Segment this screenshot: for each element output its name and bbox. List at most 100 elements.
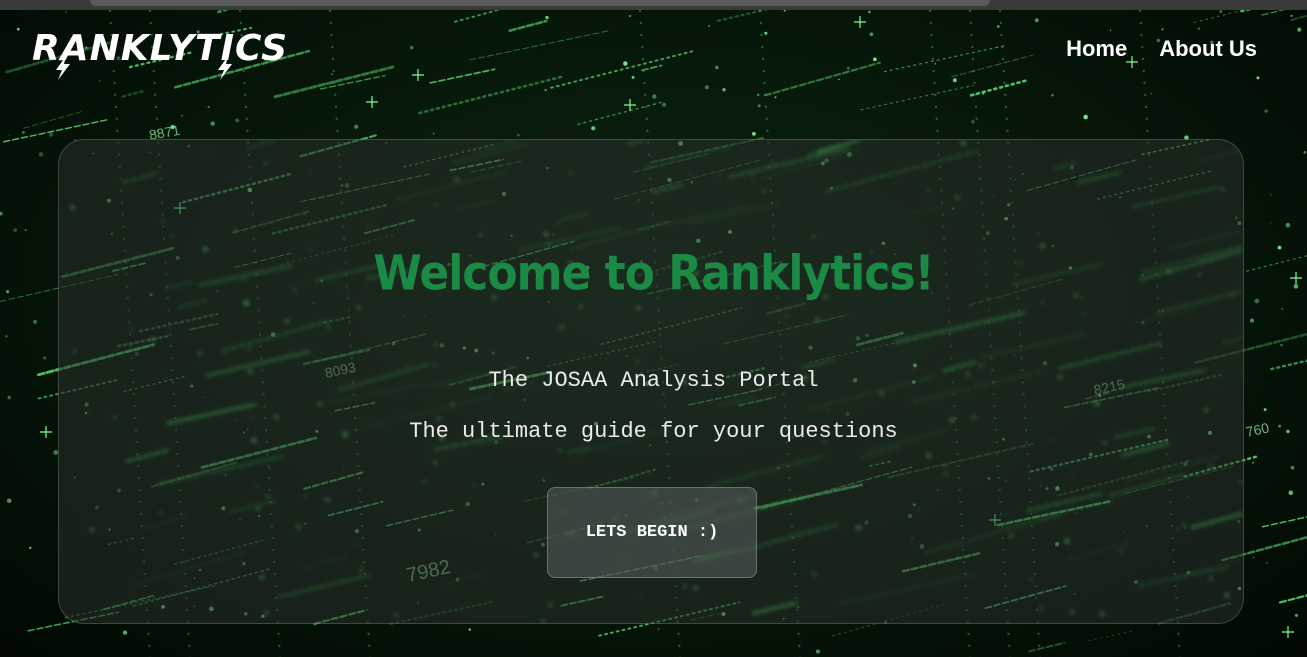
bg-streak — [1197, 149, 1243, 162]
bg-dot — [43, 356, 47, 360]
bg-dot — [934, 63, 936, 65]
bg-dot — [232, 228, 238, 233]
bg-cross — [854, 16, 866, 28]
bg-dot — [693, 586, 698, 590]
bg-dot — [159, 511, 162, 514]
bg-dot — [13, 228, 18, 232]
bg-dot — [1297, 27, 1302, 32]
bg-streak — [1077, 171, 1122, 184]
lets-begin-label: LETS BEGIN :) — [585, 523, 719, 542]
nav-about-us-link[interactable]: About Us — [1159, 36, 1257, 62]
bg-dot — [846, 66, 850, 70]
bg-dot — [21, 130, 25, 134]
bg-streak — [302, 556, 346, 570]
bg-dot — [927, 188, 930, 191]
bg-dot — [394, 612, 399, 618]
bg-dot — [1252, 461, 1254, 464]
bg-dot — [0, 211, 3, 216]
bg-cross — [1282, 626, 1294, 638]
bg-cross — [366, 96, 378, 108]
bg-dot — [906, 444, 909, 447]
bg-dot — [247, 347, 251, 350]
bg-dot — [309, 172, 311, 174]
bg-dot — [943, 471, 949, 477]
bg-streak — [1108, 473, 1185, 498]
bg-streak — [1270, 359, 1307, 371]
bg-streak — [1193, 10, 1245, 23]
bg-dot — [534, 553, 538, 557]
bg-dot — [473, 484, 476, 486]
landing-page: 8871 8215 760 7982 8093 RANKLYTICS Home … — [0, 0, 1307, 657]
nav-home-link[interactable]: Home — [1066, 36, 1127, 62]
bg-dot — [1256, 76, 1260, 80]
lets-begin-button[interactable]: LETS BEGIN :) — [547, 487, 757, 578]
bg-dot — [771, 161, 774, 164]
bg-dot — [433, 342, 438, 346]
bg-dot — [263, 140, 265, 142]
bg-dot — [255, 506, 260, 511]
bg-streak — [764, 61, 881, 97]
bg-dot — [1204, 408, 1208, 412]
bg-dot — [454, 177, 459, 181]
bg-dot — [198, 351, 202, 356]
bg-dot — [560, 326, 564, 330]
bg-dot — [757, 104, 761, 108]
bg-dot — [785, 315, 788, 318]
bg-dot — [1073, 473, 1076, 476]
bg-streak — [577, 101, 663, 126]
bg-dot — [73, 349, 77, 353]
bg-dot — [171, 234, 173, 237]
bg-dot — [1125, 543, 1128, 546]
bg-dot — [359, 568, 363, 572]
browser-top-edge — [0, 0, 1307, 10]
bg-streak — [1028, 641, 1066, 653]
browser-scroll-pill — [90, 0, 990, 6]
bg-dot — [406, 364, 408, 367]
bg-dot — [811, 571, 817, 577]
bg-dot — [629, 15, 632, 17]
bg-streak — [247, 140, 279, 149]
bg-streak — [688, 204, 781, 224]
bg-dot — [268, 539, 271, 541]
bg-dot — [815, 649, 821, 654]
bg-streak — [156, 455, 283, 486]
bg-dot — [263, 161, 268, 166]
bg-streak — [840, 574, 973, 605]
bg-dot — [997, 397, 1000, 400]
bg-dot — [591, 126, 596, 131]
bg-dot — [433, 460, 438, 465]
bg-dot — [708, 24, 711, 27]
bg-dot — [856, 525, 861, 530]
bg-dot — [181, 114, 183, 117]
bg-dot — [1070, 610, 1075, 614]
bg-dot — [544, 232, 549, 237]
bg-dot — [1280, 343, 1283, 347]
bg-dot — [1250, 318, 1255, 323]
bg-cross — [624, 99, 636, 111]
bg-streak — [1261, 516, 1307, 528]
bg-dot — [266, 494, 270, 498]
bg-dot — [917, 509, 919, 511]
bg-streak — [122, 172, 160, 184]
bg-streak — [646, 144, 735, 168]
bg-dot — [1219, 10, 1223, 13]
bg-dot — [631, 75, 635, 79]
bg-dot — [1264, 109, 1268, 113]
bg-cross — [412, 69, 424, 81]
bg-streak — [1088, 630, 1134, 641]
bg-dot — [259, 575, 264, 580]
bg-streak — [1058, 342, 1162, 370]
bg-dot — [982, 92, 985, 95]
bg-streak — [894, 311, 1027, 344]
bg-dot — [1288, 490, 1294, 496]
bg-dot — [815, 317, 820, 323]
bg-dot — [235, 118, 240, 123]
bg-dot — [751, 173, 754, 177]
bg-dot — [517, 133, 520, 137]
bg-dot — [1270, 193, 1272, 196]
bg-dot — [1082, 312, 1086, 316]
bg-dot — [1119, 548, 1124, 553]
bg-streak — [801, 358, 834, 370]
bg-dot — [1150, 92, 1153, 95]
bg-dot — [1005, 514, 1008, 516]
